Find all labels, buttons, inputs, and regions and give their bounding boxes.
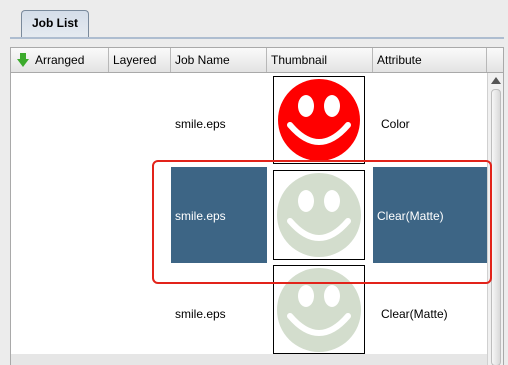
column-label-thumbnail: Thumbnail: [271, 53, 328, 67]
column-label-arranged: Arranged: [35, 53, 85, 67]
column-label-attribute: Attribute: [377, 53, 422, 67]
column-label-job-name: Job Name: [175, 53, 230, 67]
tab-job-list-label: Job List: [31, 16, 78, 30]
column-header-thumbnail[interactable]: Thumbnail: [267, 48, 373, 72]
column-header-job-name[interactable]: Job Name: [171, 48, 267, 72]
tab-job-list[interactable]: Job List: [21, 10, 89, 38]
column-header-attribute[interactable]: Attribute: [373, 48, 487, 72]
column-header-arranged[interactable]: Arranged: [11, 48, 109, 72]
smiley-thumbnail-icon: [278, 79, 360, 161]
table-header: Arranged Layered Job Name Thumbnail Attr…: [11, 48, 503, 73]
job-name-cell: smile.eps: [175, 307, 226, 321]
table-footer-band: [11, 354, 487, 365]
scrollbar-thumb[interactable]: [491, 89, 501, 365]
down-arrow-icon: [17, 53, 29, 67]
attribute-cell: Clear(Matte): [381, 307, 448, 321]
triangle-up-icon[interactable]: [488, 73, 504, 89]
tab-strip-divider: [10, 37, 504, 39]
table-row[interactable]: smile.eps Color: [11, 73, 487, 167]
job-name-cell: smile.eps: [175, 117, 226, 131]
column-header-layered[interactable]: Layered: [109, 48, 171, 72]
selection-highlight-box: [152, 160, 492, 284]
column-label-layered: Layered: [113, 53, 157, 67]
attribute-cell: Color: [381, 117, 410, 131]
thumbnail-cell: [273, 76, 365, 164]
